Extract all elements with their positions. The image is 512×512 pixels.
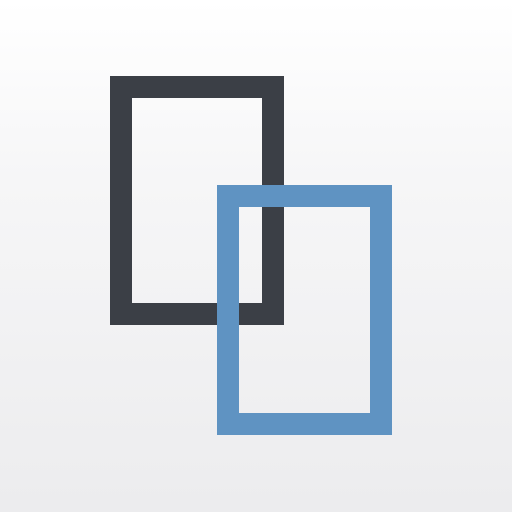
overlapping-rectangles-icon bbox=[110, 76, 392, 435]
app-icon-tile[interactable] bbox=[0, 0, 512, 512]
